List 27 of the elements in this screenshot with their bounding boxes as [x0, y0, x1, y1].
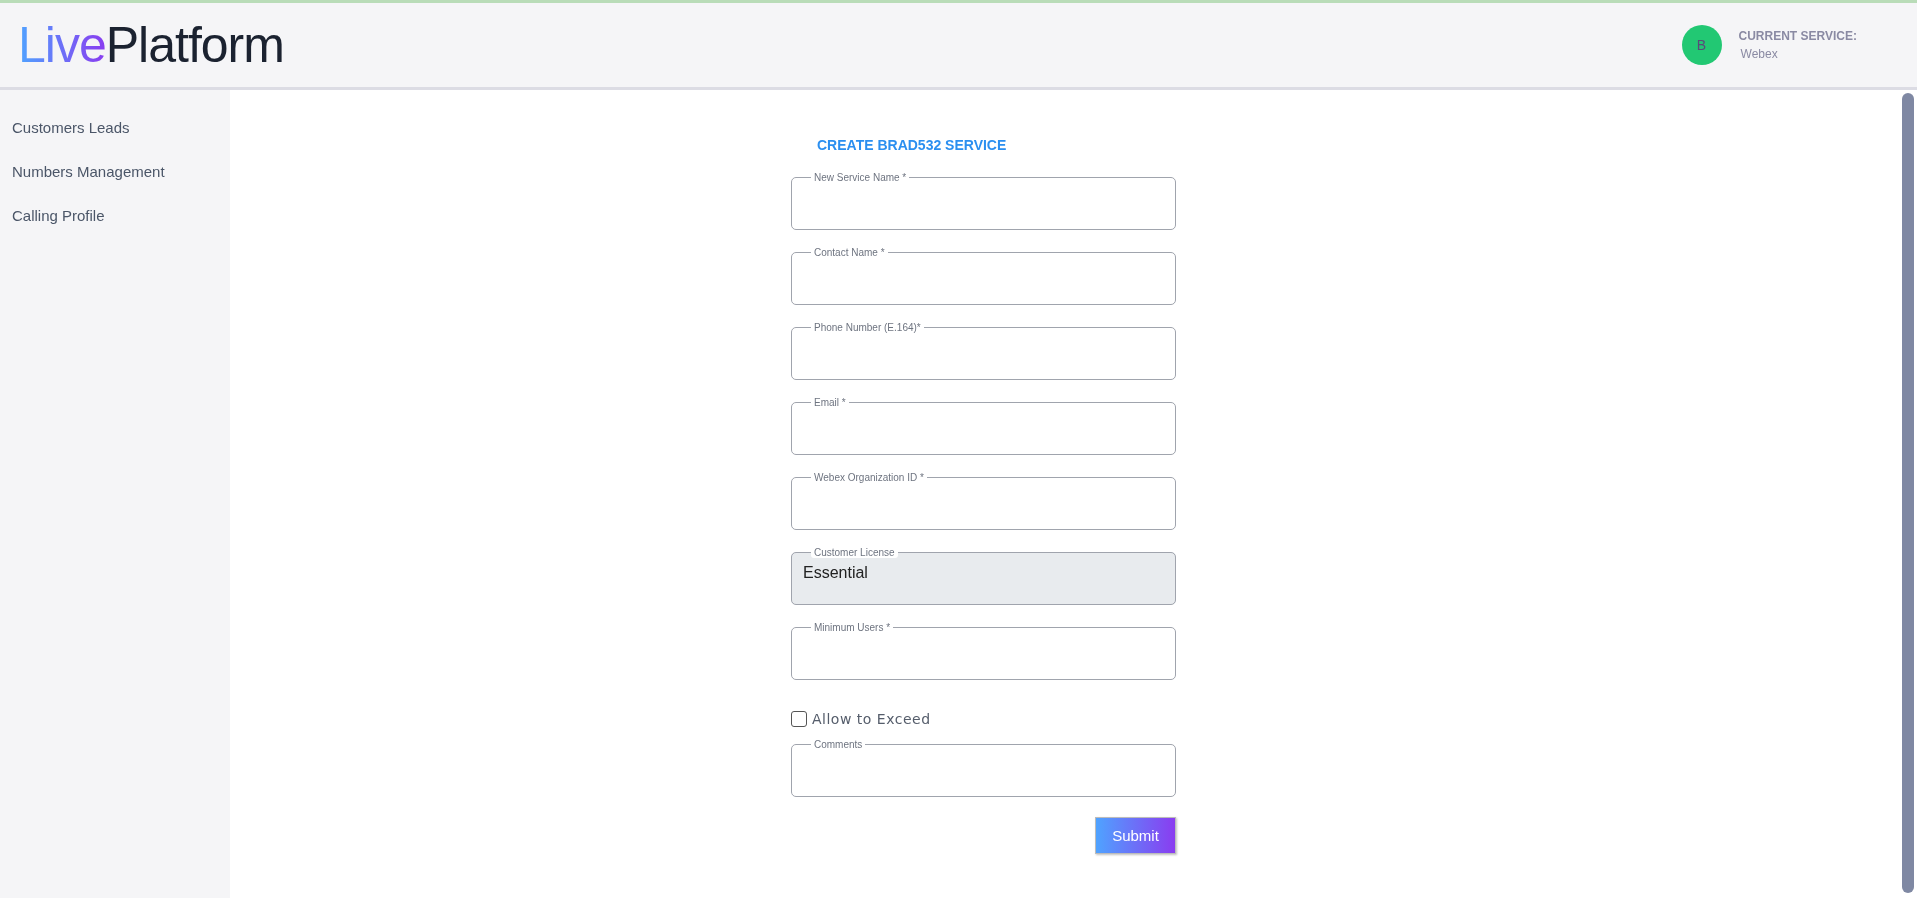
avatar[interactable]: B: [1681, 25, 1722, 65]
field-label: Comments: [813, 739, 864, 750]
field-label: Email *: [813, 397, 847, 408]
checkbox-label: Allow to Exceed: [812, 711, 931, 727]
current-service-label: CURRENT SERVICE:: [1738, 29, 1857, 43]
field-label: Minimum Users *: [813, 622, 892, 633]
field-label: Customer License: [811, 547, 898, 558]
field-label: Phone Number (E.164)*: [813, 322, 922, 333]
sidebar-item[interactable]: Calling Profile: [0, 198, 230, 233]
sidebar-item[interactable]: Customers Leads: [0, 110, 230, 145]
input-field[interactable]: Email *: [791, 397, 1176, 455]
logo: LivePlatform: [18, 16, 284, 74]
input-field[interactable]: Minimum Users *: [791, 622, 1176, 680]
input-field[interactable]: Phone Number (E.164)*: [791, 322, 1176, 380]
input-field[interactable]: Contact Name *: [791, 247, 1176, 305]
scrollbar[interactable]: [1902, 93, 1914, 893]
input-field[interactable]: New Service Name *: [791, 172, 1176, 230]
field-label: Contact Name *: [813, 247, 886, 258]
input-field[interactable]: Webex Organization ID *: [791, 472, 1176, 530]
field-label: Webex Organization ID *: [813, 472, 925, 483]
submit-button[interactable]: Submit: [1095, 817, 1176, 854]
current-service-name: Webex: [1739, 47, 1779, 61]
sidebar-item[interactable]: Numbers Management: [0, 154, 230, 189]
checkbox[interactable]: [791, 711, 807, 727]
field-label: New Service Name *: [813, 172, 908, 183]
input-field[interactable]: Comments: [791, 739, 1176, 797]
form-title: CREATE BRAD532 SERVICE: [817, 137, 1008, 153]
